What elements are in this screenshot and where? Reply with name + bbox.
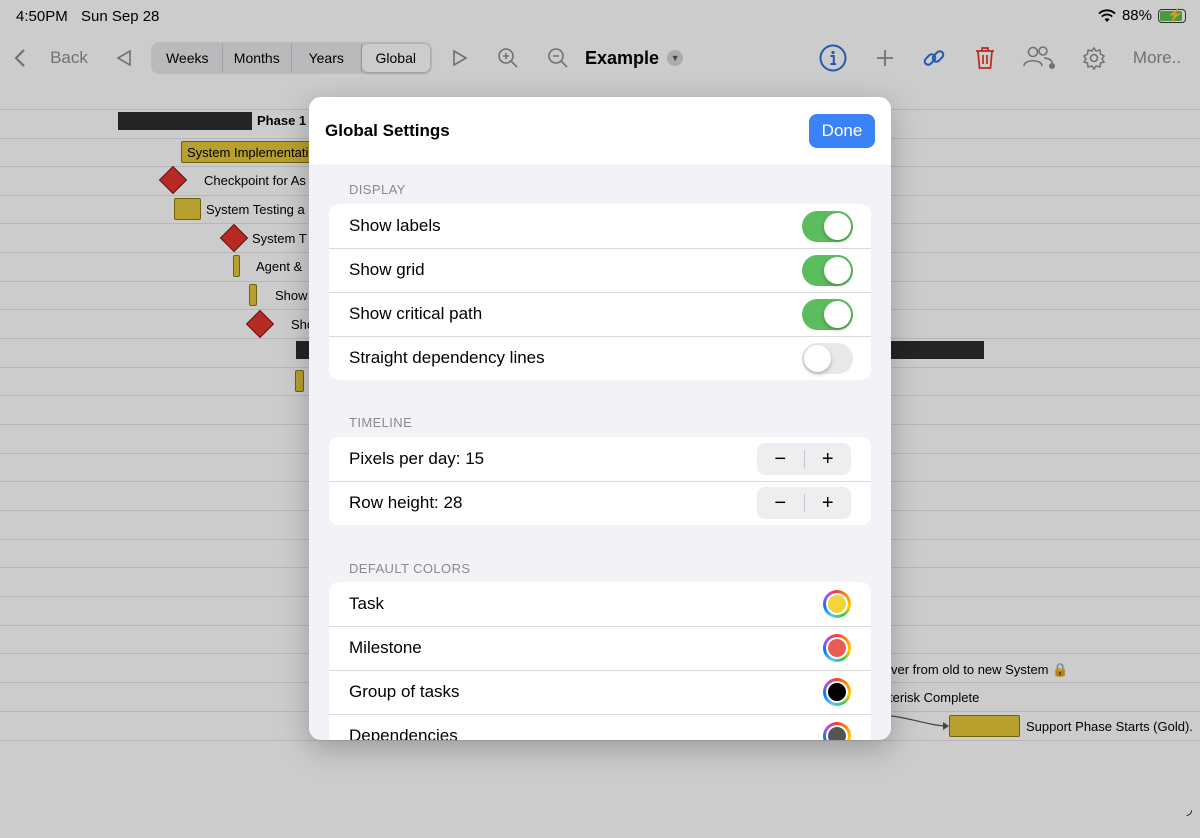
setting-label: Show grid: [349, 260, 425, 279]
setting-label: Show critical path: [349, 304, 483, 323]
global-settings-modal: Global Settings Done DISPLAY Show labels…: [309, 97, 891, 740]
milestone-color-well[interactable]: [823, 634, 851, 662]
setting-label: Show labels: [349, 216, 441, 235]
show-labels-toggle[interactable]: [802, 211, 853, 242]
show-grid-toggle[interactable]: [802, 255, 853, 286]
color-swatch: [828, 727, 846, 740]
show-critical-path-toggle[interactable]: [802, 299, 853, 330]
setting-label: Milestone: [349, 638, 422, 657]
row-height-stepper: − +: [757, 487, 851, 519]
increment-button[interactable]: +: [805, 443, 852, 475]
color-swatch: [828, 595, 846, 613]
timeline-group: Pixels per day: 15 − + Row height: 28 − …: [329, 437, 871, 525]
pixels-per-day-stepper: − +: [757, 443, 851, 475]
group-of-tasks-color-well[interactable]: [823, 678, 851, 706]
display-group: Show labels Show grid Show critical path…: [329, 204, 871, 380]
modal-header: Global Settings Done: [309, 97, 891, 164]
done-button[interactable]: Done: [809, 114, 875, 148]
setting-label: Dependencies: [349, 726, 458, 740]
section-header-default-colors: DEFAULT COLORS: [349, 561, 471, 576]
color-swatch: [828, 639, 846, 657]
section-header-timeline: TIMELINE: [349, 415, 413, 430]
setting-label: Task: [349, 594, 384, 613]
setting-pixels-per-day: Pixels per day: 15 − +: [329, 437, 871, 481]
modal-title: Global Settings: [325, 121, 450, 140]
setting-show-grid: Show grid: [329, 248, 871, 292]
decrement-button[interactable]: −: [757, 487, 804, 519]
setting-label: Row height: 28: [349, 493, 463, 512]
setting-row-height: Row height: 28 − +: [329, 481, 871, 525]
setting-show-critical-path: Show critical path: [329, 292, 871, 336]
setting-label: Group of tasks: [349, 682, 460, 701]
decrement-button[interactable]: −: [757, 443, 804, 475]
setting-milestone-color: Milestone: [329, 626, 871, 670]
section-header-display: DISPLAY: [349, 182, 406, 197]
dependencies-color-well[interactable]: [823, 722, 851, 740]
setting-show-labels: Show labels: [329, 204, 871, 248]
setting-label: Pixels per day: 15: [349, 449, 485, 468]
setting-straight-dependency-lines: Straight dependency lines: [329, 336, 871, 380]
straight-dependency-lines-toggle[interactable]: [802, 343, 853, 374]
default-colors-group: Task Milestone Group of tasks Dependenci…: [329, 582, 871, 740]
color-swatch: [828, 683, 846, 701]
setting-dependencies-color: Dependencies: [329, 714, 871, 740]
setting-task-color: Task: [329, 582, 871, 626]
increment-button[interactable]: +: [805, 487, 852, 519]
setting-group-of-tasks-color: Group of tasks: [329, 670, 871, 714]
setting-label: Straight dependency lines: [349, 348, 545, 367]
task-color-well[interactable]: [823, 590, 851, 618]
